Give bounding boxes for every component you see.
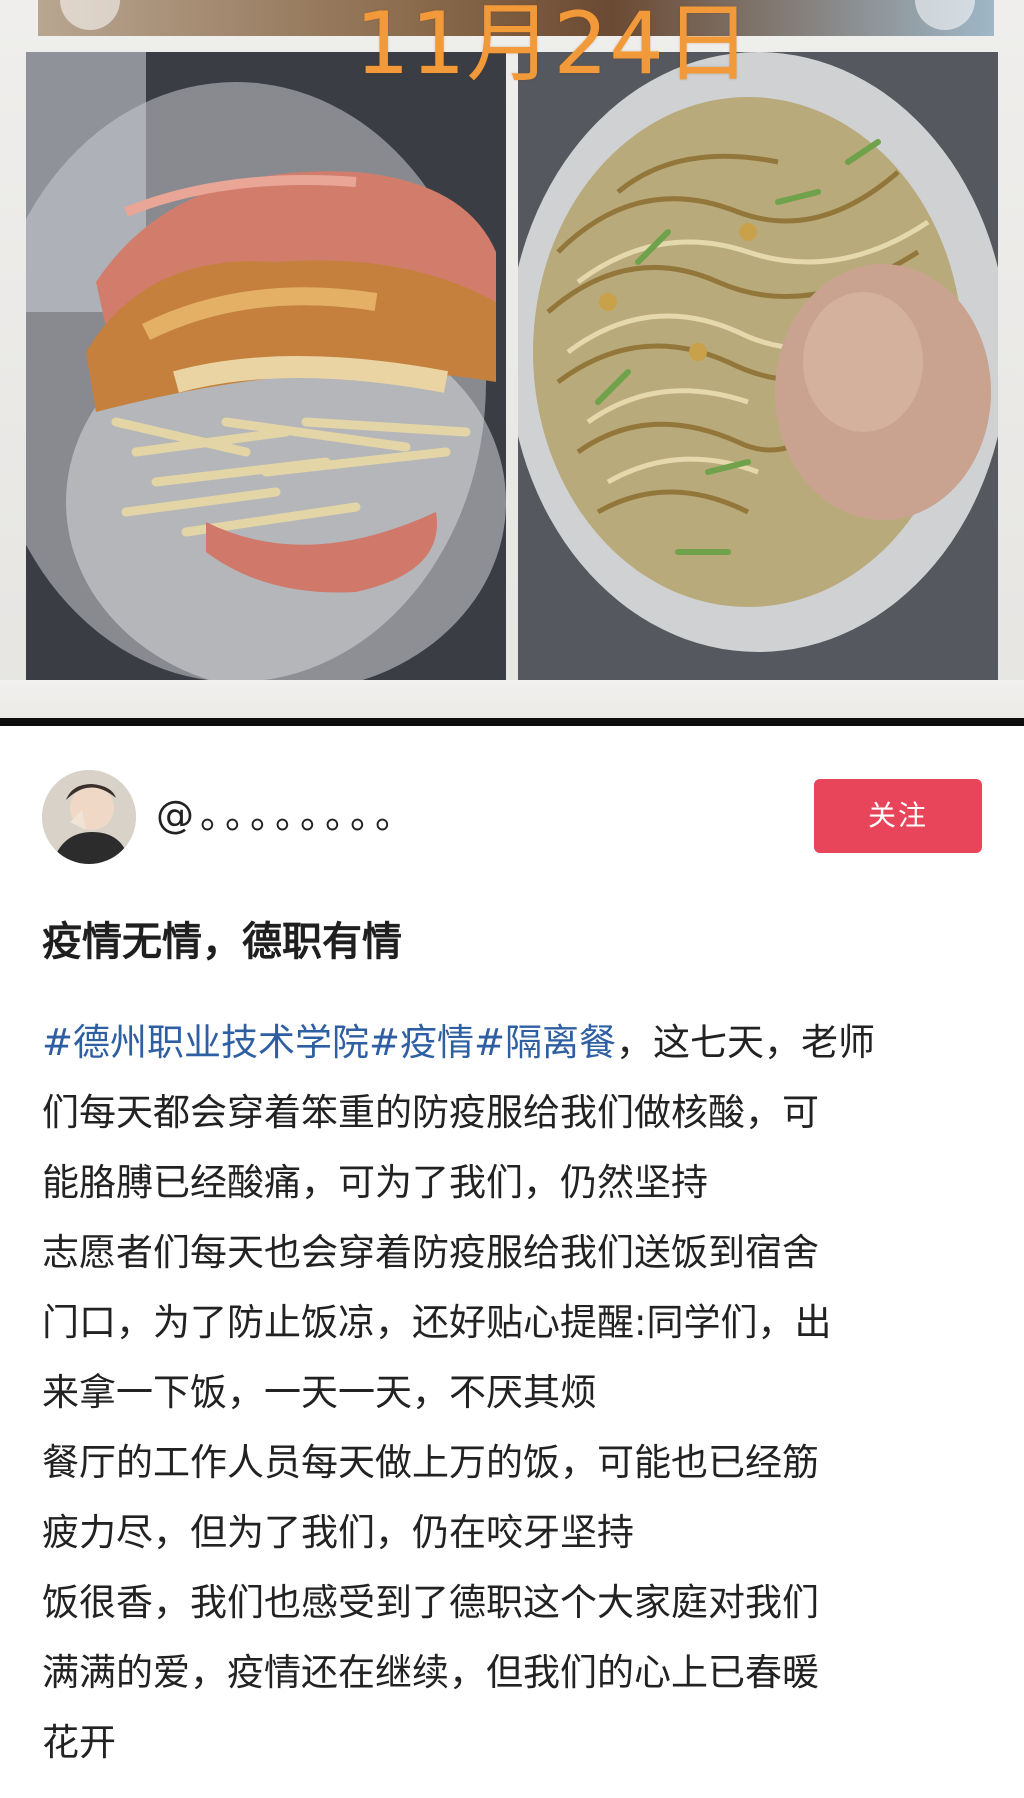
post-line: 花开 [42,1721,116,1764]
section-divider [0,718,1024,726]
post-line: 饭很香，我们也感受到了德职这个大家庭对我们 [42,1581,819,1624]
hashtag-link[interactable]: #疫情 [369,1021,474,1064]
author-username[interactable]: @。。。。。。。。 [156,790,419,840]
post-line: 志愿者们每天也会穿着防疫服给我们送饭到宿舍 [42,1231,819,1274]
hashtag-link[interactable]: #德州职业技术学院 [42,1021,369,1064]
post-line: 满满的爱，疫情还在继续，但我们的心上已春暖 [42,1651,819,1694]
photo-sandwich[interactable] [26,52,506,690]
post-line: 来拿一下饭，一天一天，不厌其烦 [42,1371,597,1414]
post-photo-collage[interactable]: 11月24日 [0,0,1024,718]
follow-button[interactable]: 关注 [814,779,982,853]
post-body: #德州职业技术学院#疫情#隔离餐，这七天，老师 们每天都会穿着笨重的防疫服给我们… [42,1008,1002,1778]
post-line: 餐厅的工作人员每天做上万的饭，可能也已经筋 [42,1441,819,1484]
post-text: ，这七天，老师 [616,1021,876,1064]
author-row: @。。。。。。。。 关注 [0,760,1024,870]
hashtag-link[interactable]: #隔离餐 [474,1021,616,1064]
photo-bottom-margin [0,680,1024,718]
post-line: 能胳膊已经酸痛，可为了我们，仍然坚持 [42,1161,708,1204]
photo-noodles[interactable] [518,52,998,682]
post-line: 门口，为了防止饭凉，还好贴心提醒:同学们，出 [42,1301,832,1344]
post-line: 疲力尽，但为了我们，仍在咬牙坚持 [42,1511,634,1554]
sandwich-image [26,52,506,690]
post-line: #德州职业技术学院#疫情#隔离餐，这七天，老师 [42,1008,1002,1078]
post-title: 疫情无情，德职有情 [42,919,402,965]
post-line: 们每天都会穿着笨重的防疫服给我们做核酸，可 [42,1091,819,1134]
user-avatar-icon[interactable] [42,770,136,864]
photo-date-overlay: 11月24日 [355,0,752,94]
noodles-image [518,52,998,682]
